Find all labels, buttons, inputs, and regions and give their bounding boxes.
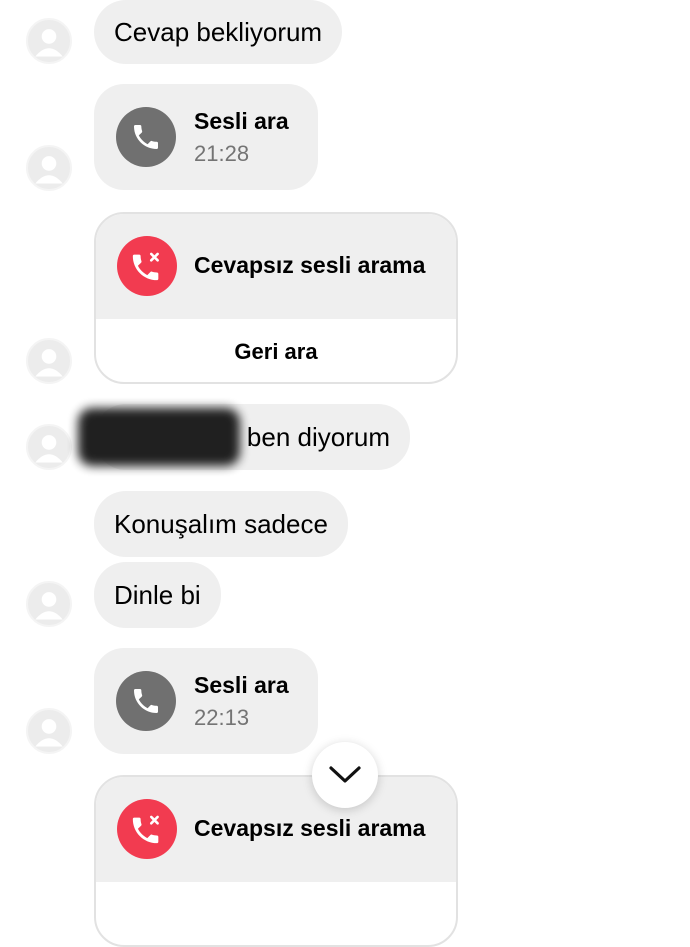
voice-call-bubble[interactable]: Sesli ara 22:13 — [94, 648, 318, 754]
message-text: Dinle bi — [114, 579, 201, 610]
default-avatar-icon — [35, 156, 63, 184]
avatar[interactable] — [26, 145, 72, 191]
avatar[interactable] — [26, 424, 72, 470]
call-time: 21:28 — [194, 141, 250, 166]
missed-call-card: Cevapsız sesli arama — [94, 775, 458, 947]
missed-call-title: Cevapsız sesli arama — [194, 252, 426, 278]
voice-call-bubble[interactable]: Sesli ara 21:28 — [94, 84, 318, 190]
avatar[interactable] — [26, 581, 72, 627]
redaction-scribble — [78, 408, 240, 466]
call-title: Sesli ara — [194, 108, 289, 134]
message-bubble[interactable]: Konuşalım sadece — [94, 491, 348, 557]
message-bubble[interactable]: Dinle bi — [94, 562, 221, 628]
default-avatar-icon — [35, 592, 63, 620]
missed-call-icon — [117, 799, 177, 859]
message-bubble[interactable]: Cevap bekliyorum — [94, 0, 343, 64]
message-text: Cevap bekliyorum — [114, 16, 323, 47]
avatar[interactable] — [26, 708, 72, 754]
missed-call-header: Cevapsız sesli arama — [96, 214, 456, 319]
message-text: Konuşalım sadece — [114, 508, 328, 539]
default-avatar-icon — [35, 435, 63, 463]
phone-icon — [116, 671, 176, 731]
message-text: ben diyorum — [246, 421, 390, 452]
default-avatar-icon — [35, 719, 63, 747]
missed-call-title: Cevapsız sesli arama — [194, 815, 426, 841]
call-title: Sesli ara — [194, 672, 289, 698]
scroll-to-bottom-button[interactable] — [312, 742, 378, 808]
call-back-button[interactable]: Geri ara — [96, 319, 456, 382]
call-time: 22:13 — [194, 705, 250, 730]
missed-call-card: Cevapsız sesli arama Geri ara — [94, 212, 458, 384]
phone-icon — [116, 107, 176, 167]
avatar[interactable] — [26, 18, 72, 64]
missed-call-icon — [117, 236, 177, 296]
chevron-down-icon — [329, 766, 361, 783]
default-avatar-icon — [35, 29, 63, 57]
default-avatar-icon — [35, 349, 63, 377]
missed-call-header: Cevapsız sesli arama — [96, 777, 456, 882]
message-bubble[interactable]: ben diyorum — [78, 404, 410, 470]
avatar[interactable] — [26, 338, 72, 384]
